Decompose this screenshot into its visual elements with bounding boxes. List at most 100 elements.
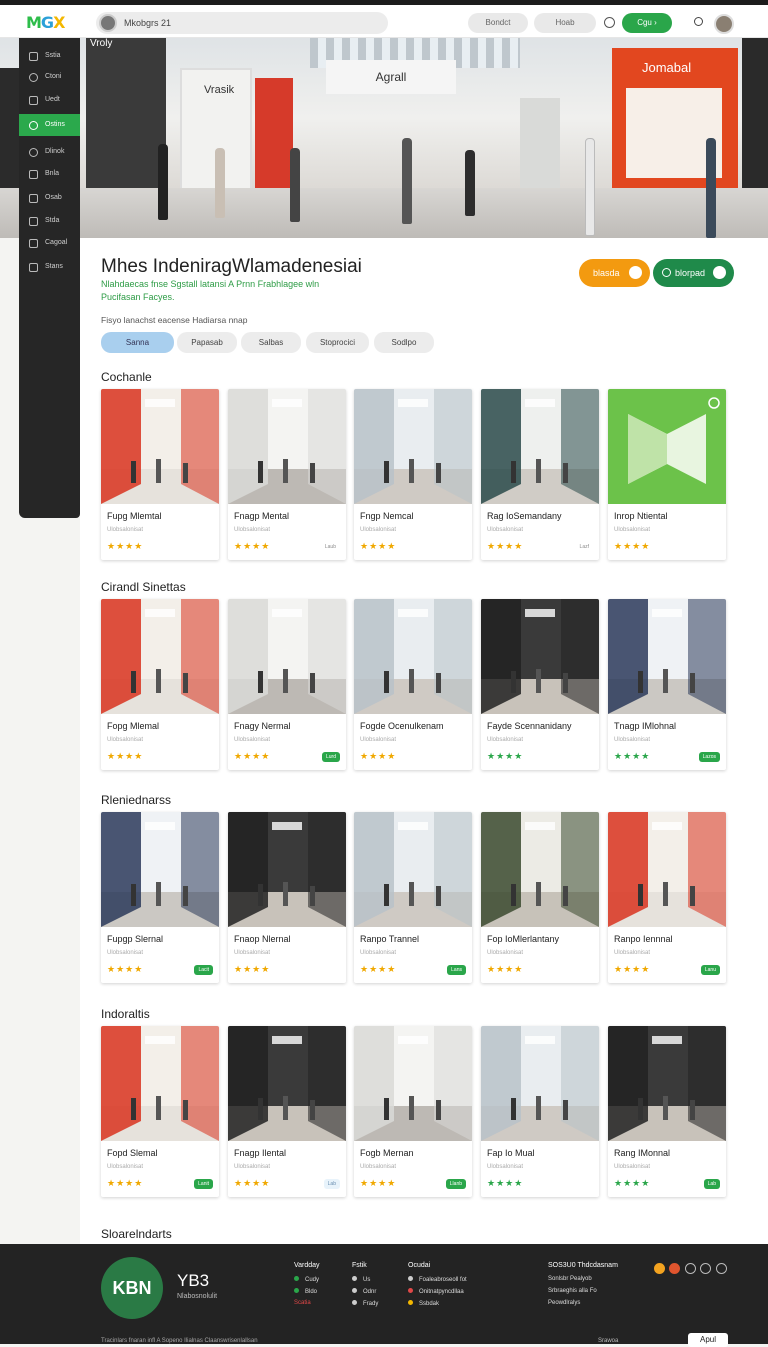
store-card[interactable]: Ranpo Trannel Ulobsalonisat ★★★★ Lans (354, 812, 472, 983)
sidebar-item-6[interactable]: Osab (19, 187, 80, 209)
sidebar-item-8[interactable]: Cagoal (19, 232, 80, 254)
store-card[interactable]: Fupg Mlemtal Ulobsalonisat ★★★★ (101, 389, 219, 560)
sidebar-item-2[interactable]: Uedt (19, 89, 80, 111)
store-image[interactable] (101, 812, 219, 927)
social-icon-4[interactable] (700, 1263, 711, 1274)
sidebar-item-9[interactable]: Stans (19, 256, 80, 278)
store-card[interactable]: Fngp Nemcal Ulobsalonisat ★★★★ (354, 389, 472, 560)
store-card[interactable]: Rang IMonnal Ulobsalonisat ★★★★ Lab (608, 1026, 726, 1197)
footer-link[interactable]: Bldo (294, 1288, 320, 1300)
social-icon-3[interactable] (685, 1263, 696, 1274)
store-card[interactable]: Fopg Mlemal Ulobsalonisat ★★★★ (101, 599, 219, 770)
store-card[interactable]: Fop IoMlerlantany Ulobsalonisat ★★★★ (481, 812, 599, 983)
sidebar-item-label: Cagoal (45, 239, 68, 246)
sidebar-item-0[interactable]: Sstia (19, 45, 80, 67)
footer-link[interactable]: Cudy (294, 1276, 320, 1288)
circle-icon[interactable] (604, 17, 615, 28)
store-name: Fngp Nemcal (360, 511, 414, 521)
social-icon-2[interactable] (669, 1263, 680, 1274)
store-card[interactable]: Fayde Scennanidany Ulobsalonisat ★★★★ (481, 599, 599, 770)
sidebar-item-1[interactable]: Ctoni (19, 66, 80, 88)
store-image[interactable] (481, 1026, 599, 1141)
store-card[interactable]: Tnagp IMlohnal Ulobsalonisat ★★★★ Lazos (608, 599, 726, 770)
footer-link[interactable]: Ssbdak (408, 1300, 467, 1312)
sidebar-item-label: Bnla (45, 170, 60, 177)
store-image[interactable] (228, 389, 346, 504)
store-image[interactable] (354, 1026, 472, 1141)
footer-link[interactable]: Us (352, 1276, 378, 1288)
store-card[interactable]: Fnagp Mental Ulobsalonisat ★★★★ Laub (228, 389, 346, 560)
store-card[interactable]: Fogb Mernan Ulobsalonisat ★★★★ Llanb (354, 1026, 472, 1197)
footer-link[interactable]: Scatia (294, 1300, 320, 1312)
shopper-figure (465, 150, 475, 216)
footer-link[interactable]: Odnr (352, 1288, 378, 1300)
shopper-figure (290, 148, 300, 222)
bullet-icon (352, 1300, 357, 1305)
store-image[interactable] (608, 599, 726, 714)
store-card[interactable]: Rag IoSemandany Ulobsalonisat ★★★★ Lazf (481, 389, 599, 560)
filter-chip-1[interactable]: Papasab (177, 332, 237, 353)
search-icon[interactable] (694, 17, 703, 26)
store-image[interactable] (608, 1026, 726, 1141)
store-card[interactable]: Fap Io Mual Ulobsalonisat ★★★★ (481, 1026, 599, 1197)
store-name: Fnagy Nermal (234, 721, 291, 731)
store-card[interactable]: Fnagy Nermal Ulobsalonisat ★★★★ Lurd (228, 599, 346, 770)
sidebar-item-label: Dlinok (45, 148, 65, 155)
user-avatar[interactable] (714, 14, 734, 34)
footer-link[interactable]: Foaleabroseoll fot (408, 1276, 467, 1288)
status-badge: Llanb (445, 1179, 466, 1189)
footer-text: Sonlsbr Pealyob (548, 1276, 592, 1282)
section-title: Cirandl Sinettas (101, 580, 186, 594)
sidebar-item-4[interactable]: Dlinok (19, 141, 80, 163)
store-image[interactable] (101, 389, 219, 504)
shopper-figure (402, 138, 412, 224)
orange-action-button[interactable]: blasda (579, 259, 650, 287)
store-image[interactable] (481, 389, 599, 504)
footer-link-label: Frady (363, 1301, 379, 1307)
filter-chip-2[interactable]: Salbas (241, 332, 301, 353)
store-image[interactable] (228, 812, 346, 927)
store-image[interactable] (101, 599, 219, 714)
sidebar-item-5[interactable]: Bnla (19, 163, 80, 185)
store-image[interactable] (354, 812, 472, 927)
footer-link[interactable]: Frady (352, 1300, 378, 1312)
search-action-button[interactable]: blorpad (653, 259, 734, 287)
footer-link[interactable]: Onitnatpyncdllaa (408, 1288, 467, 1300)
store-name: Fnagp Ilental (234, 1148, 287, 1158)
store-image[interactable] (101, 1026, 219, 1141)
store-card[interactable]: Fupgp Slernal Ulobsalonisat ★★★★ Lacit (101, 812, 219, 983)
store-name: Fayde Scennanidany (487, 721, 572, 731)
footer-button[interactable]: Apul (688, 1333, 728, 1347)
filter-chip-0[interactable]: Sanna (101, 332, 174, 353)
store-image[interactable] (354, 389, 472, 504)
top-button-1[interactable]: Bondct (468, 13, 528, 33)
sidebar-item-3[interactable]: Ostins (19, 114, 80, 136)
store-image[interactable] (481, 812, 599, 927)
store-image[interactable] (608, 389, 726, 504)
app-logo[interactable]: MGX (26, 13, 65, 32)
store-card[interactable]: Fopd Slemal Ulobsalonisat ★★★★ Lanit (101, 1026, 219, 1197)
store-image[interactable] (354, 599, 472, 714)
store-card[interactable]: Fogde Ocenulkenam Ulobsalonisat ★★★★ (354, 599, 472, 770)
top-button-2[interactable]: Hoab (534, 13, 596, 33)
store-card[interactable]: Fnagp Ilental Ulobsalonisat ★★★★ Lab (228, 1026, 346, 1197)
search-input[interactable]: Mkobgrs 21 (96, 12, 388, 34)
filter-chip-3[interactable]: Stoprocici (306, 332, 369, 353)
go-button[interactable]: Cgu › (622, 13, 672, 33)
section-title: Rleniednarss (101, 793, 172, 807)
sidebar-item-7[interactable]: Stda (19, 210, 80, 232)
footer-logo[interactable]: KBN (101, 1257, 163, 1319)
social-icon-5[interactable] (716, 1263, 727, 1274)
store-image[interactable] (608, 812, 726, 927)
store-card[interactable]: Ranpo Iennnal Ulobsalonisat ★★★★ Lanu (608, 812, 726, 983)
store-image[interactable] (481, 599, 599, 714)
footer-bottom-link[interactable]: Srawoa (598, 1338, 618, 1344)
filter-chip-4[interactable]: Sodlpo (374, 332, 434, 353)
list-icon (29, 170, 38, 179)
social-icon-1[interactable] (654, 1263, 665, 1274)
store-image[interactable] (228, 1026, 346, 1141)
store-card[interactable]: Fnaop Nlernal Ulobsalonisat ★★★★ (228, 812, 346, 983)
store-name: Fnaop Nlernal (234, 934, 291, 944)
store-card[interactable]: Inrop Ntiental Ulobsalonisat ★★★★ (608, 389, 726, 560)
store-image[interactable] (228, 599, 346, 714)
